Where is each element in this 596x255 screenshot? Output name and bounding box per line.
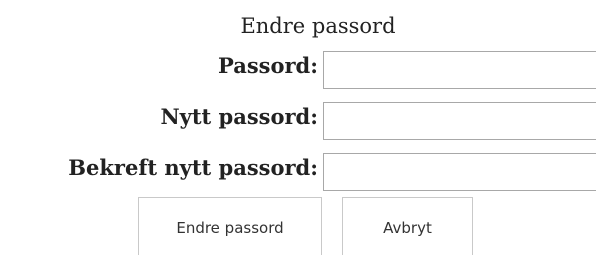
new-password-input[interactable] <box>323 102 596 140</box>
new-password-label: Nytt passord: <box>160 104 318 129</box>
confirm-password-label: Bekreft nytt passord: <box>68 155 318 180</box>
form-title: Endre passord <box>240 14 396 38</box>
change-password-page: Endre passord Passord: Nytt passord: Bek… <box>0 0 596 255</box>
password-label: Passord: <box>218 53 318 78</box>
cancel-button[interactable]: Avbryt <box>342 197 473 255</box>
confirm-password-input[interactable] <box>323 153 596 191</box>
change-password-button[interactable]: Endre passord <box>138 197 322 255</box>
password-input[interactable] <box>323 51 596 89</box>
